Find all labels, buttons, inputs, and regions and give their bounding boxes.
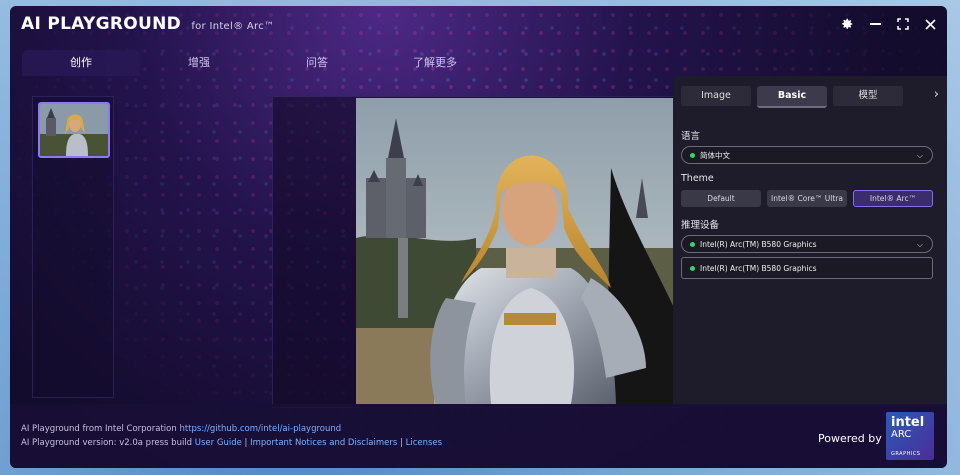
- app-title-main: PLAYGROUND: [47, 14, 182, 34]
- app-title: AI PLAYGROUND for Intel® Arc™: [21, 14, 274, 34]
- user-guide-link[interactable]: User Guide: [195, 438, 242, 448]
- tab-enhance[interactable]: 增强: [140, 50, 258, 76]
- powered-by-label: Powered by: [818, 432, 882, 445]
- logo-graphics-text: GRAPHICS: [891, 451, 921, 457]
- settings-panel: Image Basic 模型 › 语言 简体中文 ⌵ Theme Default…: [673, 76, 947, 406]
- settings-tab-image[interactable]: Image: [681, 86, 751, 106]
- footer-line-2: AI Playground version: v2.0a press build…: [21, 438, 442, 448]
- status-dot-icon: [690, 266, 695, 271]
- footer-corp-text: AI Playground from Intel Corporation: [21, 424, 180, 434]
- footer-separator: |: [241, 438, 251, 448]
- logo-intel-text: intel: [891, 415, 925, 430]
- theme-label: Theme: [681, 173, 714, 184]
- history-sidebar: [32, 96, 114, 398]
- title-bar: AI PLAYGROUND for Intel® Arc™: [10, 6, 947, 42]
- main-tabs: 创作 增强 问答 了解更多: [22, 50, 494, 76]
- app-title-ai: AI: [21, 14, 42, 34]
- app-window: AI PLAYGROUND for Intel® Arc™ 创作 增强 问答 了…: [10, 6, 947, 468]
- settings-tab-basic[interactable]: Basic: [757, 86, 827, 108]
- theme-arc-button[interactable]: Intel® Arc™: [853, 190, 933, 207]
- gear-icon[interactable]: [838, 15, 856, 33]
- intel-arc-logo: intel ARC GRAPHICS: [886, 412, 934, 460]
- generated-image: [356, 98, 674, 404]
- theme-options: Default Intel® Core™ Ultra Intel® Arc™: [681, 190, 933, 207]
- settings-tab-model[interactable]: 模型: [833, 86, 903, 106]
- tab-qa[interactable]: 问答: [258, 50, 376, 76]
- footer-separator: |: [397, 438, 406, 448]
- tab-learn-more[interactable]: 了解更多: [376, 50, 494, 76]
- device-option-label: Intel(R) Arc(TM) B580 Graphics: [700, 264, 817, 273]
- licenses-link[interactable]: Licenses: [406, 438, 442, 448]
- tab-create[interactable]: 创作: [22, 50, 140, 76]
- github-link[interactable]: https://github.com/intel/ai-playground: [179, 424, 341, 434]
- device-select[interactable]: Intel(R) Arc(TM) B580 Graphics ⌵: [681, 235, 933, 253]
- close-icon[interactable]: [921, 15, 939, 33]
- language-label: 语言: [681, 131, 701, 142]
- footer-version-text: AI Playground version: v2.0a press build: [21, 438, 195, 448]
- footer-line-1: AI Playground from Intel Corporation htt…: [21, 424, 341, 434]
- history-thumbnail[interactable]: [38, 102, 110, 158]
- minimize-icon[interactable]: [866, 15, 884, 33]
- maximize-icon[interactable]: [894, 15, 912, 33]
- chevron-right-icon[interactable]: ›: [934, 87, 939, 102]
- chevron-down-icon: ⌵: [916, 240, 923, 249]
- status-dot-icon: [690, 153, 695, 158]
- theme-core-ultra-button[interactable]: Intel® Core™ Ultra: [767, 190, 847, 207]
- device-select-value: Intel(R) Arc(TM) B580 Graphics: [700, 240, 817, 249]
- device-label: 推理设备: [681, 220, 720, 231]
- language-select[interactable]: 简体中文 ⌵: [681, 146, 933, 164]
- device-dropdown-option[interactable]: Intel(R) Arc(TM) B580 Graphics: [681, 257, 933, 279]
- theme-default-button[interactable]: Default: [681, 190, 761, 207]
- notices-link[interactable]: Important Notices and Disclaimers: [250, 438, 397, 448]
- footer: AI Playground from Intel Corporation htt…: [10, 404, 947, 468]
- settings-tabs: Image Basic 模型: [681, 86, 903, 108]
- status-dot-icon: [690, 242, 695, 247]
- logo-arc-text: ARC: [891, 429, 912, 440]
- chevron-down-icon: ⌵: [916, 151, 923, 160]
- language-select-value: 简体中文: [700, 151, 730, 160]
- app-title-sub: for Intel® Arc™: [191, 21, 275, 32]
